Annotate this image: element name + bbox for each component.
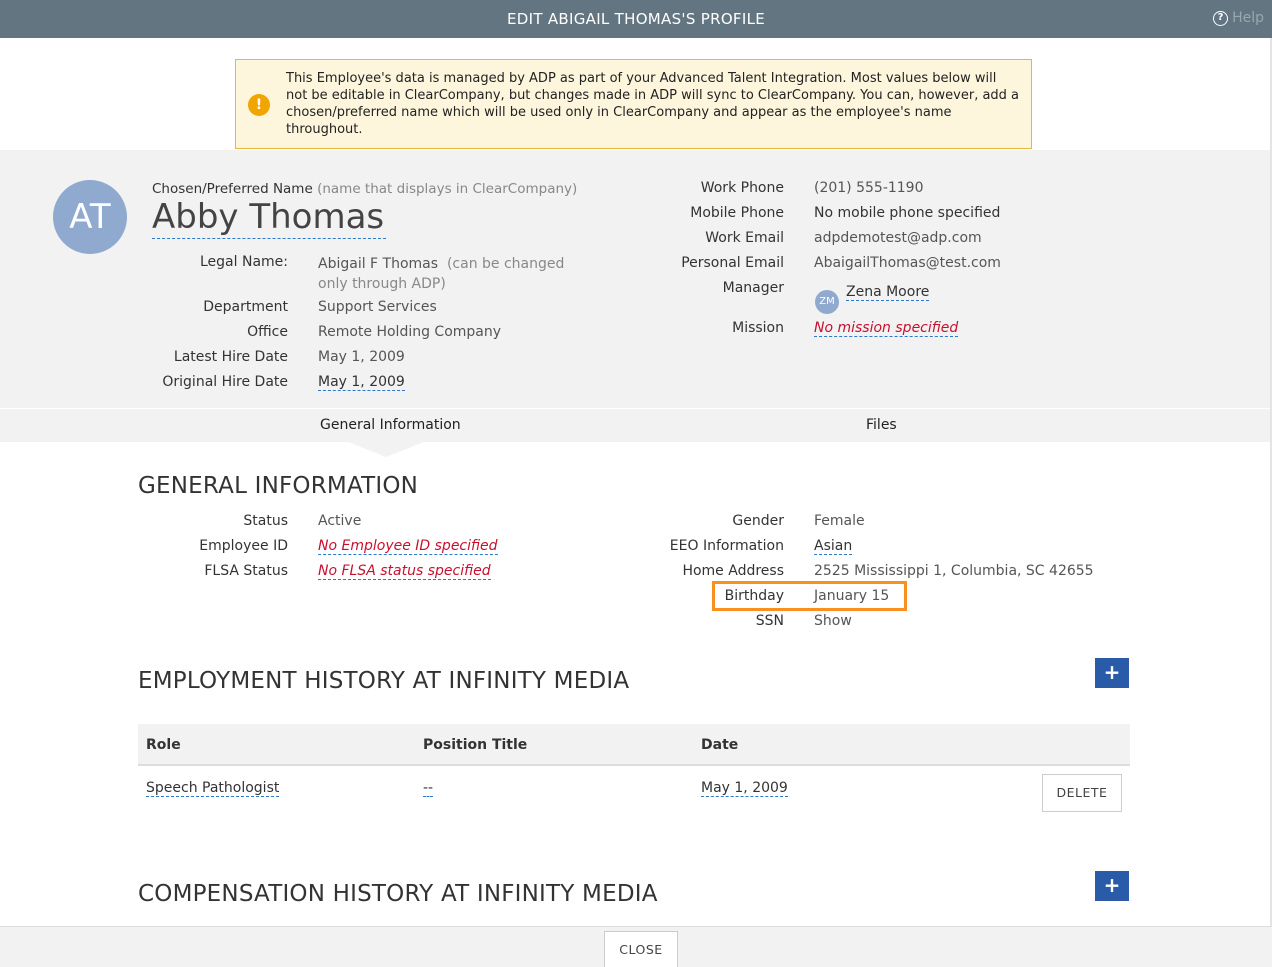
department-label: Department [203, 299, 288, 315]
profile-tabs: General Information Files [0, 409, 1270, 442]
column-date: Date [701, 737, 739, 753]
legal-name-text: Abigail F Thomas [318, 256, 439, 272]
position-title-field[interactable]: -- [423, 780, 434, 797]
work-email-label: Work Email [705, 230, 784, 246]
active-tab-indicator [346, 441, 426, 457]
flsa-status-label: FLSA Status [204, 563, 288, 579]
help-label: Help [1232, 10, 1264, 26]
profile-header: AT Chosen/Preferred Name (name that disp… [0, 150, 1270, 408]
birthday-highlight [712, 581, 907, 611]
tab-general-information[interactable]: General Information [320, 409, 461, 442]
ssn-show-link[interactable]: Show [814, 613, 852, 629]
work-phone-label: Work Phone [700, 180, 784, 196]
latest-hire-date-label: Latest Hire Date [173, 349, 288, 365]
compensation-history-heading: COMPENSATION HISTORY AT INFINITY MEDIA [138, 881, 658, 907]
display-name-field[interactable]: Abby Thomas [152, 196, 387, 239]
table-header: Role Position Title Date [138, 724, 1130, 766]
delete-button[interactable]: DELETE [1042, 774, 1122, 812]
add-employment-button[interactable]: + [1095, 658, 1129, 688]
preferred-name-hint: (name that displays in ClearCompany) [317, 181, 578, 197]
manager-label: Manager [722, 280, 784, 296]
manager-avatar: ZM [815, 290, 839, 314]
gender-value: Female [814, 513, 865, 529]
preferred-name-label-text: Chosen/Preferred Name [152, 181, 313, 197]
adp-sync-alert: ! This Employee's data is managed by ADP… [235, 59, 1032, 149]
gender-label: Gender [732, 513, 784, 529]
avatar: AT [53, 180, 127, 254]
mission-field[interactable]: No mission specified [814, 320, 959, 337]
general-information-heading: GENERAL INFORMATION [138, 473, 419, 499]
modal-footer: CLOSE [0, 926, 1272, 967]
help-link[interactable]: ? Help [1213, 10, 1264, 26]
original-hire-date-label: Original Hire Date [162, 374, 288, 390]
date-field[interactable]: May 1, 2009 [701, 780, 788, 797]
table-row: Speech Pathologist -- May 1, 2009 DELETE [138, 766, 1130, 826]
eeo-information-field[interactable]: Asian [814, 538, 853, 555]
help-icon: ? [1213, 10, 1229, 26]
legal-name-value: Abigail F Thomas (can be changed only th… [318, 254, 588, 294]
department-value: Support Services [318, 299, 437, 315]
role-field[interactable]: Speech Pathologist [146, 780, 280, 797]
office-value: Remote Holding Company [318, 324, 502, 340]
close-button[interactable]: CLOSE [604, 931, 678, 967]
legal-name-label: Legal Name: [200, 254, 288, 270]
home-address-value: 2525 Mississippi 1, Columbia, SC 42655 [814, 563, 1094, 579]
employment-history-heading: EMPLOYMENT HISTORY AT INFINITY MEDIA [138, 668, 630, 694]
status-value: Active [318, 513, 362, 529]
home-address-label: Home Address [682, 563, 784, 579]
add-compensation-button[interactable]: + [1095, 871, 1129, 901]
latest-hire-date-value: May 1, 2009 [318, 349, 405, 365]
column-position-title: Position Title [423, 737, 528, 753]
ssn-label: SSN [755, 613, 784, 629]
column-role: Role [146, 737, 181, 753]
preferred-name-label: Chosen/Preferred Name (name that display… [152, 181, 577, 197]
original-hire-date-field[interactable]: May 1, 2009 [318, 374, 405, 391]
status-label: Status [243, 513, 288, 529]
employee-id-label: Employee ID [199, 538, 288, 554]
manager-field[interactable]: Zena Moore [846, 284, 930, 301]
employee-id-field[interactable]: No Employee ID specified [318, 538, 498, 555]
mobile-phone-value: No mobile phone specified [814, 205, 1001, 221]
work-email-value: adpdemotest@adp.com [814, 230, 982, 246]
mobile-phone-label: Mobile Phone [690, 205, 784, 221]
eeo-information-label: EEO Information [669, 538, 784, 554]
mission-label: Mission [732, 320, 784, 336]
alert-text: This Employee's data is managed by ADP a… [286, 71, 1020, 137]
exclamation-icon: ! [248, 94, 270, 116]
work-phone-value: (201) 555-1190 [814, 180, 924, 196]
modal-titlebar: EDIT ABIGAIL THOMAS'S PROFILE ? Help [0, 0, 1272, 38]
personal-email-value: AbaigailThomas@test.com [814, 255, 1001, 271]
office-label: Office [247, 324, 288, 340]
tab-files[interactable]: Files [866, 409, 897, 442]
modal-title: EDIT ABIGAIL THOMAS'S PROFILE [506, 10, 766, 28]
personal-email-label: Personal Email [681, 255, 784, 271]
employment-history-table: Role Position Title Date Speech Patholog… [138, 724, 1130, 826]
flsa-status-field[interactable]: No FLSA status specified [318, 563, 491, 580]
